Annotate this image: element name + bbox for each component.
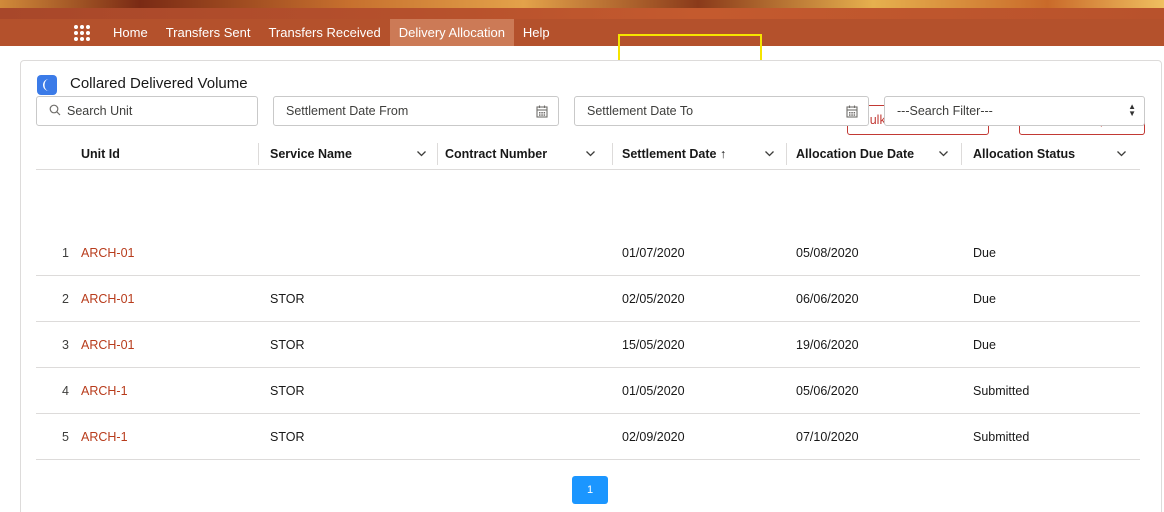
chevron-down-icon[interactable] xyxy=(585,148,596,162)
row-number: 1 xyxy=(62,246,69,260)
row-number: 5 xyxy=(62,430,69,444)
nav-bar: Home Transfers Sent Transfers Received D… xyxy=(0,19,1164,46)
header-contract-number-label: Contract Number xyxy=(445,147,548,161)
row-number: 4 xyxy=(62,384,69,398)
column-divider xyxy=(786,143,787,165)
search-filter-value: ---Search Filter--- xyxy=(897,104,993,118)
search-filter-select[interactable]: ---Search Filter--- ▲ ▼ xyxy=(884,96,1145,126)
allocation-due-date-cell: 07/10/2020 xyxy=(796,430,859,444)
moon-icon xyxy=(37,75,57,95)
table-row: 1 ARCH-01 01/07/2020 05/08/2020 Due xyxy=(36,230,1140,276)
table-row: 5 ARCH-1 STOR 02/09/2020 07/10/2020 Subm… xyxy=(36,414,1140,460)
search-icon xyxy=(49,104,61,119)
row-number: 2 xyxy=(62,292,69,306)
settlement-date-cell: 02/05/2020 xyxy=(622,292,685,306)
service-name-cell: STOR xyxy=(270,338,305,352)
allocation-status-cell: Submitted xyxy=(973,384,1030,398)
banner-decoration xyxy=(0,0,1164,8)
settlement-date-from-placeholder: Settlement Date From xyxy=(286,104,409,118)
settlement-date-cell: 01/05/2020 xyxy=(622,384,685,398)
allocation-due-date-cell: 06/06/2020 xyxy=(796,292,859,306)
allocation-due-date-cell: 05/06/2020 xyxy=(796,384,859,398)
row-number: 3 xyxy=(62,338,69,352)
unit-id-link[interactable]: ARCH-01 xyxy=(81,230,135,276)
header-allocation-status[interactable]: Allocation Status xyxy=(973,138,1133,170)
select-arrows-icon: ▲ ▼ xyxy=(1128,102,1136,118)
header-service-name[interactable]: Service Name xyxy=(270,138,436,170)
app-launcher-icon[interactable] xyxy=(72,23,92,43)
table-row: 4 ARCH-1 STOR 01/05/2020 05/06/2020 Subm… xyxy=(36,368,1140,414)
allocation-due-date-cell: 05/08/2020 xyxy=(796,246,859,260)
header-service-name-label: Service Name xyxy=(270,147,353,161)
settlement-date-cell: 15/05/2020 xyxy=(622,338,685,352)
header-allocation-status-label: Allocation Status xyxy=(973,147,1076,161)
allocation-status-cell: Submitted xyxy=(973,430,1030,444)
service-name-cell: STOR xyxy=(270,430,305,444)
pagination-page-button[interactable]: 1 xyxy=(572,476,608,504)
table-header: Unit Id Service Name Contract Number Set… xyxy=(36,138,1140,170)
nav-item-transfers-sent[interactable]: Transfers Sent xyxy=(157,19,260,46)
chevron-down-icon[interactable] xyxy=(938,148,949,162)
nav-item-home[interactable]: Home xyxy=(104,19,157,46)
card-title: Collared Delivered Volume xyxy=(70,75,248,92)
table-row: 2 ARCH-01 STOR 02/05/2020 06/06/2020 Due xyxy=(36,276,1140,322)
allocation-due-date-cell: 19/06/2020 xyxy=(796,338,859,352)
calendar-icon[interactable] xyxy=(846,105,858,121)
allocation-status-cell: Due xyxy=(973,292,996,306)
header-allocation-due-date-label: Allocation Due Date xyxy=(796,147,915,161)
chevron-down-icon[interactable] xyxy=(416,148,427,162)
settlement-date-to-field[interactable]: Settlement Date To xyxy=(574,96,869,126)
nav-item-help[interactable]: Help xyxy=(514,19,559,46)
settlement-date-cell: 02/09/2020 xyxy=(622,430,685,444)
nav-item-transfers-received[interactable]: Transfers Received xyxy=(259,19,389,46)
header-settlement-date-label: Settlement Date ↑ xyxy=(622,147,727,161)
unit-id-link[interactable]: ARCH-01 xyxy=(81,276,135,322)
unit-id-link[interactable]: ARCH-1 xyxy=(81,368,128,414)
column-divider xyxy=(612,143,613,165)
header-unit-id[interactable]: Unit Id xyxy=(81,138,120,170)
nav-item-delivery-allocation[interactable]: Delivery Allocation xyxy=(389,19,514,46)
settlement-date-from-field[interactable]: Settlement Date From xyxy=(273,96,559,126)
search-unit-input[interactable]: Search Unit xyxy=(36,96,258,126)
column-divider xyxy=(961,143,962,165)
search-unit-placeholder: Search Unit xyxy=(67,104,133,118)
service-name-cell: STOR xyxy=(270,292,305,306)
settlement-date-cell: 01/07/2020 xyxy=(622,246,685,260)
calendar-icon[interactable] xyxy=(536,105,548,121)
header-contract-number[interactable]: Contract Number xyxy=(445,138,611,170)
column-divider xyxy=(258,143,259,165)
chevron-down-icon[interactable] xyxy=(764,148,775,162)
unit-id-link[interactable]: ARCH-01 xyxy=(81,322,135,368)
column-divider xyxy=(437,143,438,165)
table-row: 3 ARCH-01 STOR 15/05/2020 19/06/2020 Due xyxy=(36,322,1140,368)
allocation-status-cell: Due xyxy=(973,246,996,260)
settlement-date-to-placeholder: Settlement Date To xyxy=(587,104,694,118)
allocation-status-cell: Due xyxy=(973,338,996,352)
header-allocation-due-date[interactable]: Allocation Due Date xyxy=(796,138,954,170)
unit-id-link[interactable]: ARCH-1 xyxy=(81,414,128,460)
chevron-down-icon[interactable] xyxy=(1116,148,1127,162)
header-settlement-date[interactable]: Settlement Date ↑ xyxy=(622,138,780,170)
service-name-cell: STOR xyxy=(270,384,305,398)
